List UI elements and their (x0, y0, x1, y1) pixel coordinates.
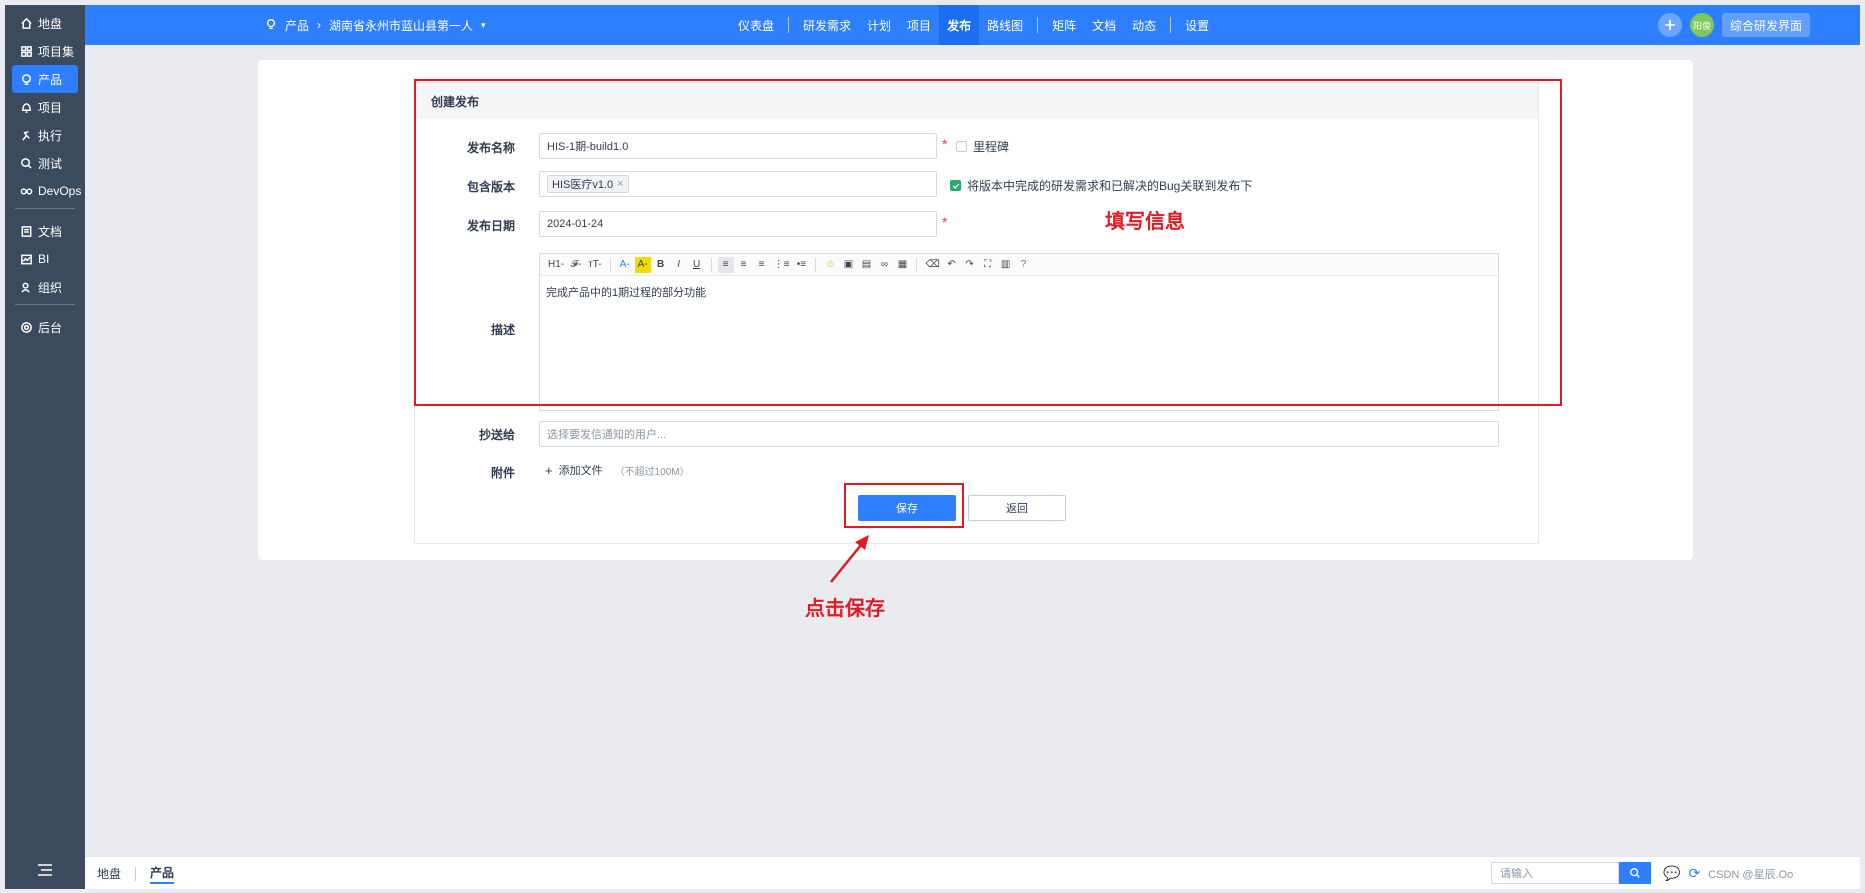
annotation-click-save: 点击保存 (805, 596, 885, 620)
add-file-button[interactable]: + 添加文件 （不超过100M） (545, 462, 690, 478)
footer-crumb-product[interactable]: 产品 (150, 864, 175, 884)
tab-stories[interactable]: 研发需求 (795, 5, 859, 45)
annotation-arrow-icon (825, 530, 875, 586)
nav-divider (788, 17, 790, 33)
sidebar-item-admin[interactable]: 后台 (12, 313, 78, 341)
refresh-icon[interactable]: ⟳ (1688, 865, 1700, 882)
tab-release[interactable]: 发布 (939, 5, 980, 45)
footer-search-button[interactable] (1619, 862, 1651, 884)
mailto-label: 抄送给 (478, 428, 515, 442)
doc-icon (20, 225, 33, 238)
sidebar-item-org[interactable]: 组织 (12, 273, 78, 301)
chart-icon (20, 253, 33, 266)
breadcrumb: 产品 › 湖南省永州市蓝山县第一人 ▾ (265, 5, 486, 45)
product-selector[interactable]: 湖南省永州市蓝山县第一人 (329, 17, 473, 34)
menu-toggle-icon[interactable] (37, 863, 53, 877)
ai-chat-icon[interactable]: 💬 (1663, 865, 1680, 882)
grid-icon (20, 45, 33, 58)
annotation-box-form (414, 79, 1562, 406)
sidebar-item-project[interactable]: 项目 (12, 93, 78, 121)
sidebar-item-bi[interactable]: BI (12, 245, 78, 273)
avatar[interactable]: 阳俊 (1689, 13, 1714, 37)
tab-plan[interactable]: 计划 (859, 5, 899, 45)
footer-crumb-dashboard[interactable]: 地盘 (97, 865, 121, 882)
tab-settings[interactable]: 设置 (1177, 5, 1217, 45)
switch-interface-button[interactable]: 综合研发界面 (1721, 13, 1810, 37)
sidebar-item-program[interactable]: 项目集 (12, 37, 78, 65)
tab-roadmap[interactable]: 路线图 (979, 5, 1031, 45)
tab-project[interactable]: 项目 (899, 5, 939, 45)
sidebar: 地盘 项目集 产品 项目 执行 测试 DevOps 文档 BI 组织 后台 (5, 5, 85, 889)
footer-breadcrumb: 地盘 产品 (97, 857, 175, 890)
header-actions: 阳俊 综合研发界面 (1657, 5, 1810, 45)
annotation-fill-info: 填写信息 (1105, 209, 1185, 233)
watermark: CSDN @星辰.Oo (1708, 868, 1794, 881)
search-icon (1630, 868, 1640, 878)
plus-icon: + (545, 462, 553, 478)
create-plus-button[interactable] (1657, 13, 1682, 37)
chevron-down-icon[interactable]: ▾ (481, 20, 486, 31)
search-icon (20, 157, 33, 170)
file-limit-hint: （不超过100M） (614, 466, 690, 478)
sidebar-item-product[interactable]: 产品 (12, 65, 78, 93)
bell-icon (20, 101, 33, 114)
footer-bar: 地盘 产品 请输入 💬 ⟳ CSDN @星辰.Oo (85, 856, 1860, 889)
lightbulb-icon (20, 73, 33, 86)
product-nav: 仪表盘 研发需求 计划 项目 发布 路线图 矩阵 文档 动态 设置 (730, 5, 1217, 45)
breadcrumb-root[interactable]: 产品 (285, 17, 309, 34)
sidebar-item-devops[interactable]: DevOps (12, 177, 81, 205)
files-label: 附件 (490, 466, 515, 480)
mailto-input[interactable]: 选择要发信通知的用户... (539, 421, 1499, 447)
lightbulb-icon (265, 18, 277, 33)
infinity-icon (20, 185, 33, 198)
tab-doc[interactable]: 文档 (1084, 5, 1124, 45)
sidebar-item-doc[interactable]: 文档 (12, 217, 78, 245)
sidebar-item-dashboard[interactable]: 地盘 (12, 9, 78, 37)
nav-divider (1170, 17, 1172, 33)
tab-matrix[interactable]: 矩阵 (1044, 5, 1084, 45)
sidebar-divider (15, 304, 75, 305)
annotation-box-save (844, 483, 964, 528)
sidebar-item-test[interactable]: 测试 (12, 149, 78, 177)
plus-icon (1664, 20, 1675, 30)
back-button[interactable]: 返回 (968, 495, 1066, 521)
sidebar-divider (15, 208, 75, 209)
top-header: 产品 › 湖南省永州市蓝山县第一人 ▾ 仪表盘 研发需求 计划 项目 发布 路线… (85, 5, 1860, 45)
tab-dashboard[interactable]: 仪表盘 (730, 5, 782, 45)
tab-dynamic[interactable]: 动态 (1124, 5, 1164, 45)
home-icon (20, 17, 33, 30)
gear-icon (20, 321, 33, 334)
nav-divider (1037, 17, 1039, 33)
footer-search-input[interactable]: 请输入 (1491, 862, 1619, 884)
footer-icons: 💬 ⟳ CSDN @星辰.Oo (1663, 857, 1793, 890)
run-icon (20, 129, 33, 142)
sidebar-item-execution[interactable]: 执行 (12, 121, 78, 149)
chevron-right-icon: › (317, 18, 322, 32)
people-icon (20, 281, 33, 294)
